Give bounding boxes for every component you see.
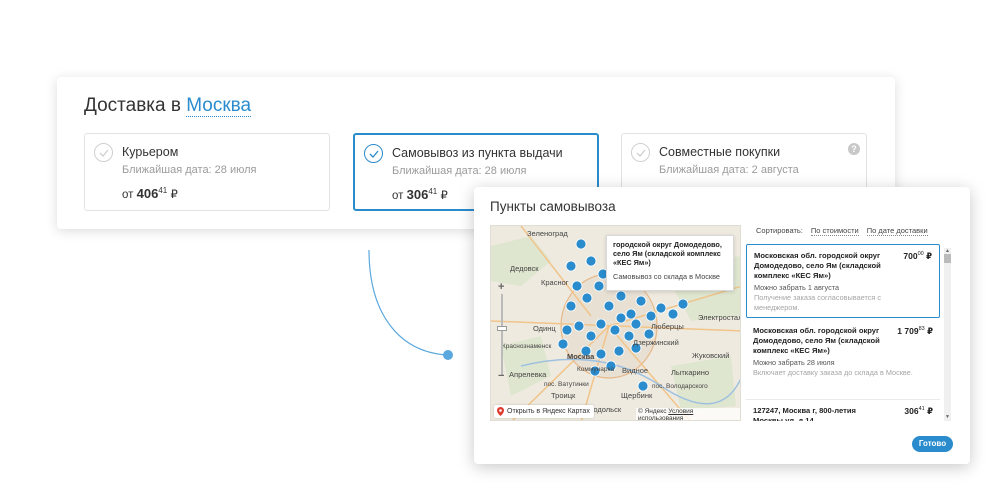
map-label: Электросталь [698, 313, 740, 322]
map-copyright: © Яндекс Условия использования [636, 408, 740, 420]
check-icon [631, 143, 650, 162]
modal-title: Пункты самовывоза [490, 199, 616, 214]
currency-symbol: ₽ [927, 406, 933, 416]
price-main: 700 [903, 251, 918, 261]
map-label: Зеленоград [527, 229, 568, 238]
sort-by-date[interactable]: По дате доставки [866, 226, 928, 236]
price-main: 1 709 [897, 326, 919, 336]
map-label: Дзержинский [633, 338, 679, 347]
scroll-down-icon[interactable]: ▼ [945, 414, 950, 420]
pickup-points-modal: Пункты самовывоза Зеленоград Дедовск Кра… [474, 187, 970, 464]
help-icon[interactable]: ? [848, 143, 860, 155]
stage: Доставка в Москва Курьером Ближайшая дат… [0, 0, 1000, 500]
option-price: от 40641 ₽ [122, 186, 178, 201]
balloon-title: городской округ Домодедово, село Ям (скл… [613, 240, 722, 267]
point-price: 70000 ₽ [903, 251, 932, 262]
copyright-text: © Яндекс [638, 408, 667, 415]
price-prefix: от [122, 189, 134, 201]
map-label: Люберцы [651, 322, 684, 331]
option-date: Ближайшая дата: 28 июля [122, 164, 257, 176]
price-cents: 41 [158, 186, 168, 196]
zoom-out-button[interactable]: − [498, 370, 504, 382]
check-icon [364, 144, 383, 163]
price-main: 406 [136, 186, 159, 201]
option-name: Курьером [122, 145, 179, 159]
delivery-option-courier[interactable]: Курьером Ближайшая дата: 28 июля от 4064… [84, 133, 330, 211]
map-label: Дедовск [510, 264, 539, 273]
map-label: Видное [622, 366, 649, 375]
price-cents: 41 [918, 406, 925, 413]
open-in-yandex-maps-link[interactable]: Открыть в Яндекс Картах [494, 405, 594, 418]
price-main: 306 [904, 406, 919, 416]
point-address: Московская обл. городской округ Домодедо… [754, 251, 881, 280]
list-item[interactable]: Московская обл. городской округ Домодедо… [746, 244, 940, 318]
sort-by-price[interactable]: По стоимости [810, 226, 859, 236]
sort-bar: Сортировать: По стоимости По дате достав… [756, 226, 928, 236]
sort-label: Сортировать: [756, 226, 803, 235]
price-cents: 41 [428, 187, 438, 197]
map-label: Красног [541, 278, 569, 287]
map-label: Краснознаменск [502, 343, 552, 350]
map-label: Коммунарка [577, 366, 615, 373]
map-label: Жуковский [692, 351, 730, 360]
point-address: 127247, Москва г, 800-летия Москвы ул, д… [753, 406, 856, 421]
city-selector[interactable]: Москва [186, 95, 252, 117]
map-label: Троицк [551, 391, 576, 400]
price-cents: 00 [917, 251, 924, 258]
map-label: Одинц [533, 324, 556, 333]
option-date: Ближайшая дата: 28 июля [392, 165, 527, 177]
point-address: Московская обл. городской округ Домодедо… [753, 326, 880, 355]
pickup-points-list: Московская обл. городской округ Домодедо… [746, 244, 952, 421]
scrollbar-thumb[interactable] [944, 254, 951, 263]
delivery-title: Доставка в Москва [84, 95, 252, 117]
map-label: пос. Володарского [652, 383, 708, 390]
currency-symbol: ₽ [440, 190, 448, 202]
list-scrollbar[interactable]: ▲ ▼ [944, 248, 951, 421]
option-price: от 30641 ₽ [392, 187, 448, 202]
map[interactable]: Зеленоград Дедовск Красног Одинц Апрелев… [490, 225, 741, 421]
delivery-title-prefix: Доставка в [84, 95, 181, 116]
price-prefix: от [392, 190, 404, 202]
currency-symbol: ₽ [927, 326, 933, 336]
list-item[interactable]: Московская обл. городской округ Домодедо… [746, 320, 940, 400]
zoom-in-button[interactable]: + [498, 281, 504, 293]
point-price: 30641 ₽ [904, 406, 933, 417]
option-name: Самовывоз из пункта выдачи [392, 146, 563, 160]
map-label: Щербинк [621, 391, 653, 400]
open-in-yandex-maps-label: Открыть в Яндекс Картах [507, 408, 590, 415]
pickup-date: Можно забрать 1 августа [754, 283, 840, 292]
map-label: пос. Ватутинки [544, 381, 589, 388]
map-pin-icon [497, 407, 504, 416]
map-balloon: городской округ Домодедово, село Ям (скл… [606, 235, 734, 291]
option-name: Совместные покупки [659, 145, 781, 159]
point-note: Получение заказа согласовывается с менед… [754, 293, 881, 312]
currency-symbol: ₽ [926, 251, 932, 261]
list-item[interactable]: 127247, Москва г, 800-летия Москвы ул, д… [746, 400, 940, 421]
map-label: Лыткарино [671, 368, 710, 377]
price-cents: 83 [918, 326, 925, 333]
point-note: Включает доставку заказа до склада в Мос… [753, 368, 913, 377]
currency-symbol: ₽ [170, 189, 178, 201]
point-price: 1 70983 ₽ [897, 326, 933, 337]
option-date: Ближайшая дата: 2 августа [659, 164, 799, 176]
price-main: 306 [406, 187, 429, 202]
zoom-slider[interactable] [501, 294, 503, 376]
balloon-subtitle: Самовывоз со склада в Москве [613, 272, 720, 281]
check-icon [94, 143, 113, 162]
done-button[interactable]: Готово [912, 436, 953, 452]
zoom-slider-handle[interactable] [497, 326, 507, 331]
map-label: Москва [567, 352, 595, 361]
pickup-date: Можно забрать 28 июля [753, 358, 835, 367]
map-label: Апрелевка [509, 370, 547, 379]
